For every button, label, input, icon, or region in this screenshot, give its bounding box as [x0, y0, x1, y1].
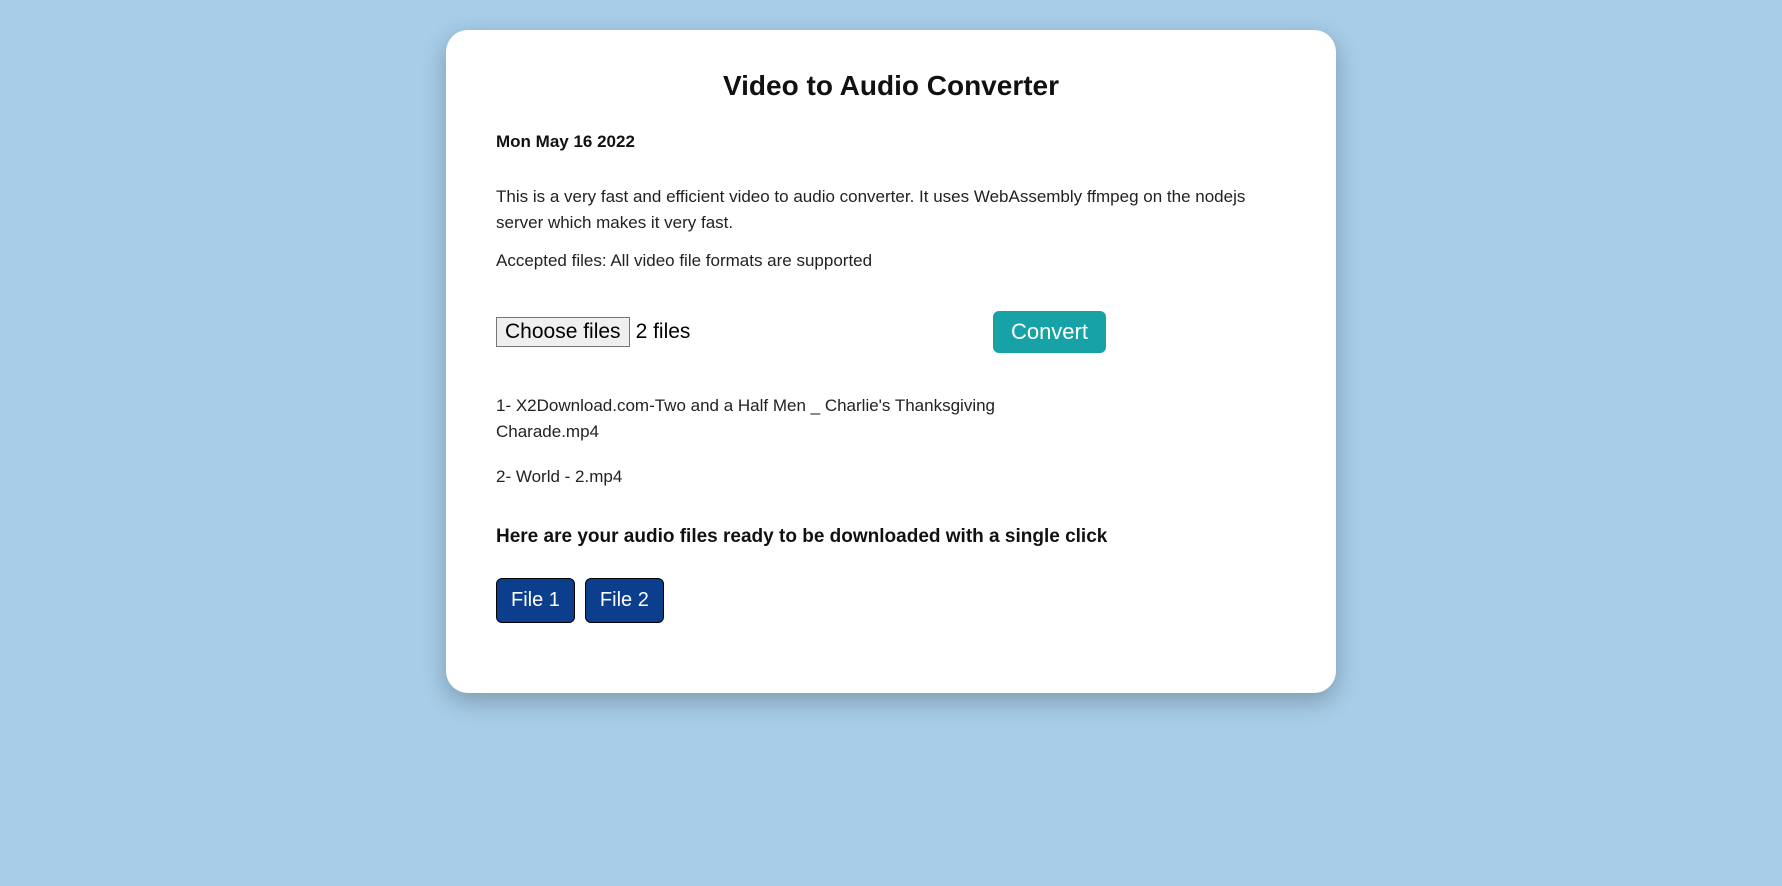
- download-file-2-button[interactable]: File 2: [585, 578, 664, 623]
- convert-button[interactable]: Convert: [993, 311, 1106, 353]
- choose-files-button[interactable]: Choose files: [496, 317, 630, 347]
- current-date: Mon May 16 2022: [496, 132, 1286, 152]
- page-title: Video to Audio Converter: [496, 70, 1286, 102]
- upload-row: Choose files 2 files Convert: [496, 311, 1286, 353]
- ready-heading: Here are your audio files ready to be do…: [496, 526, 1286, 548]
- selected-file-item: 1- X2Download.com-Two and a Half Men _ C…: [496, 393, 1016, 444]
- file-count-label: 2 files: [636, 320, 691, 344]
- download-file-1-button[interactable]: File 1: [496, 578, 575, 623]
- description-text: This is a very fast and efficient video …: [496, 184, 1286, 235]
- download-row: File 1 File 2: [496, 578, 1286, 623]
- converter-card: Video to Audio Converter Mon May 16 2022…: [446, 30, 1336, 693]
- accepted-files-text: Accepted files: All video file formats a…: [496, 251, 1286, 271]
- selected-file-item: 2- World - 2.mp4: [496, 464, 1016, 490]
